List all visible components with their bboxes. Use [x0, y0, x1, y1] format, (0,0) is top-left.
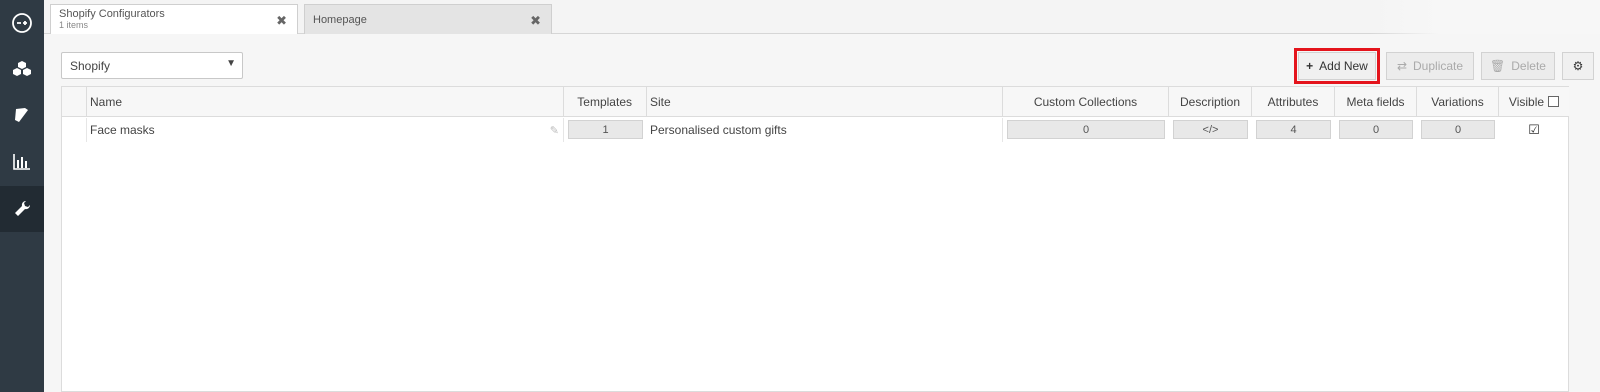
column-header-description[interactable]: Description [1169, 87, 1252, 117]
add-new-label: Add New [1319, 59, 1368, 73]
trash-icon: 🗑 [1490, 59, 1506, 73]
column-header-meta-fields[interactable]: Meta fields [1335, 87, 1417, 117]
cell-custom-collections[interactable]: 0 [1007, 120, 1165, 139]
main-panel: Shopify ▼ + Add New ⇄ Duplicate 🗑 Delete… [44, 34, 1600, 392]
cubes-icon [13, 61, 31, 76]
tab-bar: Shopify Configurators 1 items ✖ Homepage… [44, 0, 1600, 35]
gear-icon: ⚙ [1572, 59, 1584, 73]
book-icon [15, 108, 28, 122]
code-icon[interactable]: </> [1173, 120, 1248, 139]
wrench-icon [15, 200, 31, 216]
column-header-name[interactable]: Name [87, 87, 564, 117]
cell-name[interactable]: Face masks ✎ [87, 118, 564, 142]
bar-chart-icon [13, 154, 30, 170]
close-icon[interactable]: ✖ [276, 13, 287, 29]
column-header-variations[interactable]: Variations [1417, 87, 1499, 117]
tab-homepage[interactable]: Homepage ✖ [304, 4, 552, 34]
edit-icon[interactable]: ✎ [550, 124, 559, 137]
column-header-attributes[interactable]: Attributes [1252, 87, 1335, 117]
column-header-visible[interactable]: Visible [1499, 87, 1569, 117]
sidebar-item-tools[interactable] [0, 186, 44, 232]
cell-templates[interactable]: 1 [568, 120, 643, 139]
delete-button[interactable]: 🗑 Delete [1481, 52, 1555, 80]
tab-title: Shopify Configurators [59, 8, 165, 20]
sidebar-item-catalog[interactable] [0, 92, 44, 138]
store-select[interactable]: Shopify ▼ [61, 52, 243, 79]
row-handle [62, 118, 87, 142]
column-header-site[interactable]: Site [647, 87, 1003, 117]
cell-site[interactable]: Personalised custom gifts [647, 118, 1003, 142]
duplicate-icon: ⇄ [1396, 59, 1408, 73]
duplicate-label: Duplicate [1413, 59, 1464, 73]
chevron-down-icon: ▼ [226, 58, 236, 69]
cell-variations[interactable]: 0 [1421, 120, 1495, 139]
select-all-checkbox[interactable] [1548, 96, 1560, 107]
row-handle-header [62, 87, 87, 117]
delete-label: Delete [1511, 59, 1546, 73]
logo-icon [12, 13, 32, 33]
row-name: Face masks [90, 123, 155, 137]
close-icon[interactable]: ✖ [530, 13, 541, 29]
sidebar-item-home[interactable] [0, 0, 44, 46]
data-grid: Name Templates Site Custom Collections D… [61, 86, 1569, 392]
add-new-button[interactable]: + Add New [1294, 48, 1380, 84]
cell-attributes[interactable]: 4 [1256, 120, 1331, 139]
sidebar-item-products[interactable] [0, 46, 44, 92]
settings-button[interactable]: ⚙ [1562, 52, 1594, 80]
tab-title: Homepage [313, 14, 367, 26]
column-header-templates[interactable]: Templates [564, 87, 647, 117]
store-select-value: Shopify [70, 59, 111, 73]
tab-subtitle: 1 items [59, 20, 89, 30]
sidebar [0, 0, 44, 392]
duplicate-button[interactable]: ⇄ Duplicate [1386, 52, 1474, 80]
visible-header-label: Visible [1508, 94, 1545, 109]
column-header-custom-collections[interactable]: Custom Collections [1003, 87, 1169, 117]
cell-meta-fields[interactable]: 0 [1339, 120, 1413, 139]
sidebar-item-reports[interactable] [0, 138, 44, 184]
visible-checkbox[interactable]: ☑ [1499, 118, 1569, 142]
tab-shopify-configurators[interactable]: Shopify Configurators 1 items ✖ [50, 4, 298, 35]
plus-icon: + [1306, 59, 1314, 73]
top-right-fade [1370, 0, 1600, 34]
